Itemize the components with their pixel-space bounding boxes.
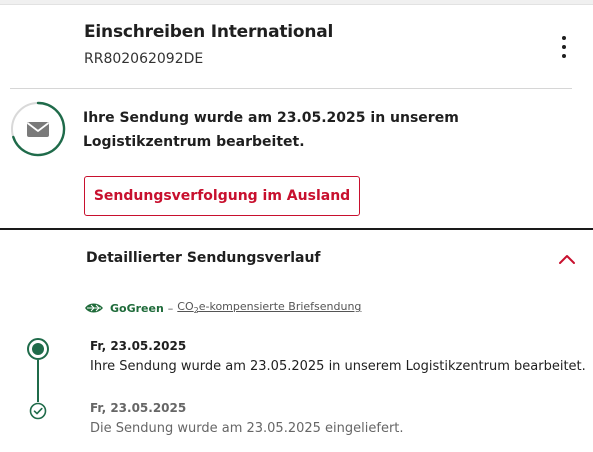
tracking-abroad-button[interactable]: Sendungsverfolgung im Ausland (84, 176, 360, 216)
chevron-up-icon[interactable] (558, 252, 576, 266)
event-text: Die Sendung wurde am 23.05.2025 eingelie… (90, 421, 404, 436)
timeline (27, 338, 49, 420)
history-event: Fr, 23.05.2025 Die Sendung wurde am 23.0… (90, 401, 404, 436)
status-progress-ring (11, 101, 66, 157)
timeline-current-dot-icon (27, 338, 49, 360)
status-message: Ihre Sendung wurde am 23.05.2025 in unse… (83, 110, 459, 150)
event-date: Fr, 23.05.2025 (90, 401, 187, 415)
envelope-icon (26, 122, 50, 137)
history-section-title[interactable]: Detaillierter Sendungsverlauf (86, 250, 321, 266)
event-text: Ihre Sendung wurde am 23.05.2025 in unse… (90, 359, 586, 374)
gogreen-brand: GoGreen (110, 301, 164, 315)
event-date: Fr, 23.05.2025 (90, 339, 187, 353)
history-event: Fr, 23.05.2025 Ihre Sendung wurde am 23.… (90, 339, 586, 374)
top-rule (0, 0, 593, 5)
section-divider (0, 228, 593, 230)
header-divider (10, 88, 572, 89)
leaf-icon (85, 303, 103, 313)
gogreen-badge: GoGreen – CO2e-kompensierte Briefsendung (84, 300, 361, 316)
shipment-title: Einschreiben International (84, 22, 334, 42)
more-menu-button[interactable] (554, 36, 574, 58)
gogreen-separator: – (167, 301, 174, 315)
tracking-number: RR802062092DE (84, 51, 204, 67)
timeline-check-icon (29, 402, 47, 420)
more-vertical-icon (562, 36, 566, 40)
gogreen-description-link[interactable]: CO2e-kompensierte Briefsendung (177, 300, 361, 315)
